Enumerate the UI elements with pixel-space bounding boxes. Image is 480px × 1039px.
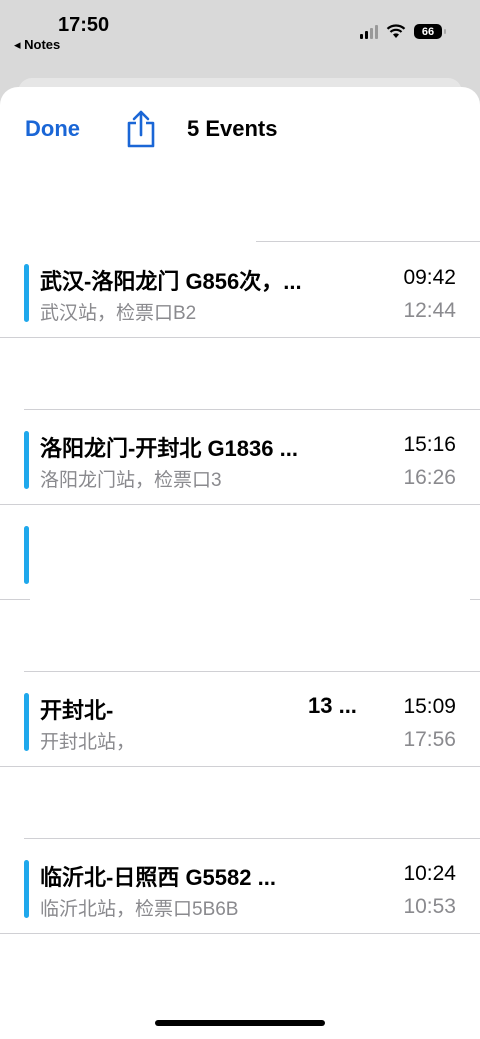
calendar-color-bar — [24, 693, 29, 751]
calendar-color-bar — [24, 264, 29, 322]
calendar-color-bar — [24, 860, 29, 918]
separator — [0, 766, 480, 767]
wifi-icon — [386, 24, 406, 38]
separator — [0, 599, 30, 600]
event-title-tail: 13 ... — [308, 693, 357, 718]
page-title: 5 Events — [187, 116, 278, 141]
calendar-color-bar — [24, 526, 29, 584]
done-button[interactable]: Done — [25, 116, 80, 142]
event-end-time: 16:26 — [403, 466, 456, 489]
separator — [0, 337, 480, 338]
event-end-time: 10:53 — [403, 895, 456, 918]
battery-icon: 66 — [414, 24, 446, 39]
event-location: 临沂北站，检票口5B6B — [40, 899, 239, 920]
event-row[interactable]: 武汉-洛阳龙门 G856次，... 武汉站，检票口B2 09:42 12:44 — [0, 242, 480, 337]
share-icon[interactable] — [124, 109, 158, 149]
home-indicator[interactable] — [155, 1020, 325, 1026]
event-row[interactable]: 洛阳龙门-开封北 G1836 ... 洛阳龙门站，检票口3 15:16 16:2… — [0, 409, 480, 504]
event-start-time: 09:42 — [403, 266, 456, 289]
event-title: 洛阳龙门-开封北 G1836 ... — [40, 436, 298, 461]
event-row[interactable]: 临沂北-日照西 G5582 ... 临沂北站，检票口5B6B 10:24 10:… — [0, 838, 480, 933]
event-start-time: 10:24 — [403, 862, 456, 885]
event-start-time: 15:16 — [403, 433, 456, 456]
status-icons: 66 — [360, 24, 446, 39]
event-row[interactable] — [0, 504, 480, 599]
event-row[interactable]: 开封北- 13 ... 开封北站， 15:09 17:56 — [0, 671, 480, 766]
event-end-time: 12:44 — [403, 299, 456, 322]
events-sheet: Done 5 Events 武汉-洛阳龙门 G856次，... 武汉站，检票口B… — [0, 87, 480, 1039]
event-location: 洛阳龙门站，检票口3 — [40, 470, 222, 491]
calendar-color-bar — [24, 431, 29, 489]
back-to-notes-link[interactable]: ◂ Notes — [14, 37, 60, 53]
cellular-signal-icon — [360, 24, 378, 39]
separator — [470, 599, 480, 600]
event-end-time: 17:56 — [403, 728, 456, 751]
event-location: 开封北站， — [40, 732, 136, 753]
separator — [0, 933, 480, 934]
status-bar: 17:50 ◂ Notes 66 — [0, 0, 480, 60]
event-title: 武汉-洛阳龙门 G856次，... — [40, 269, 302, 294]
nav-bar: Done 5 Events — [0, 87, 480, 171]
event-title: 临沂北-日照西 G5582 ... — [40, 865, 276, 890]
event-start-time: 15:09 — [403, 695, 456, 718]
status-time: 17:50 — [58, 14, 110, 36]
event-location: 武汉站，检票口B2 — [40, 303, 197, 324]
